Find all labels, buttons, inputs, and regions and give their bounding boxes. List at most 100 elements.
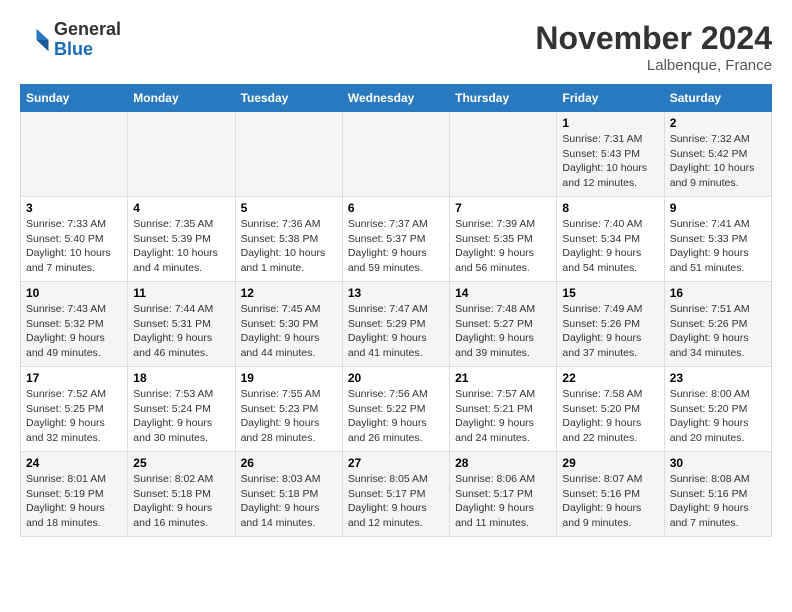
day-number: 22 — [562, 371, 658, 385]
day-number: 4 — [133, 201, 229, 215]
day-number: 16 — [670, 286, 766, 300]
page-header: General Blue November 2024 Lalbenque, Fr… — [20, 20, 772, 74]
calendar-cell: 29 Sunrise: 8:07 AMSunset: 5:16 PMDayligh… — [557, 452, 664, 537]
day-info: Sunrise: 7:58 AMSunset: 5:20 PMDaylight:… — [562, 387, 658, 446]
day-info: Sunrise: 8:07 AMSunset: 5:16 PMDaylight:… — [562, 472, 658, 531]
day-info: Sunrise: 7:32 AMSunset: 5:42 PMDaylight:… — [670, 132, 766, 191]
calendar-cell: 3Sunrise: 7:33 AMSunset: 5:40 PMDaylight… — [21, 197, 128, 282]
day-number: 10 — [26, 286, 122, 300]
calendar-week-row: 3Sunrise: 7:33 AMSunset: 5:40 PMDaylight… — [21, 197, 772, 282]
day-info: Sunrise: 8:00 AMSunset: 5:20 PMDaylight:… — [670, 387, 766, 446]
calendar-cell: 16 Sunrise: 7:51 AMSunset: 5:26 PMDayligh… — [664, 282, 771, 367]
weekday-header-saturday: Saturday — [664, 85, 771, 112]
day-number: 18 — [133, 371, 229, 385]
day-number: 1 — [562, 116, 658, 130]
day-info: Sunrise: 8:05 AMSunset: 5:17 PMDaylight:… — [348, 472, 444, 531]
day-info: Sunrise: 7:47 AMSunset: 5:29 PMDaylight:… — [348, 302, 444, 361]
day-number: 21 — [455, 371, 551, 385]
weekday-header-sunday: Sunday — [21, 85, 128, 112]
calendar-cell: 27 Sunrise: 8:05 AMSunset: 5:17 PMDayligh… — [342, 452, 449, 537]
calendar-cell: 10Sunrise: 7:43 AMSunset: 5:32 PMDayligh… — [21, 282, 128, 367]
calendar-cell: 23 Sunrise: 8:00 AMSunset: 5:20 PMDayligh… — [664, 367, 771, 452]
day-info: Sunrise: 8:08 AMSunset: 5:16 PMDaylight:… — [670, 472, 766, 531]
calendar-cell: 28 Sunrise: 8:06 AMSunset: 5:17 PMDayligh… — [450, 452, 557, 537]
calendar-cell — [235, 112, 342, 197]
weekday-header-monday: Monday — [128, 85, 235, 112]
day-info: Sunrise: 7:35 AMSunset: 5:39 PMDaylight:… — [133, 217, 229, 276]
calendar-week-row: 24 Sunrise: 8:01 AMSunset: 5:19 PMDayligh… — [21, 452, 772, 537]
calendar-cell: 13Sunrise: 7:47 AMSunset: 5:29 PMDayligh… — [342, 282, 449, 367]
day-number: 5 — [241, 201, 337, 215]
day-info: Sunrise: 7:40 AMSunset: 5:34 PMDaylight:… — [562, 217, 658, 276]
calendar-cell: 5 Sunrise: 7:36 AMSunset: 5:38 PMDaylight… — [235, 197, 342, 282]
calendar-week-row: 1Sunrise: 7:31 AMSunset: 5:43 PMDaylight… — [21, 112, 772, 197]
day-number: 19 — [241, 371, 337, 385]
calendar-week-row: 10Sunrise: 7:43 AMSunset: 5:32 PMDayligh… — [21, 282, 772, 367]
day-number: 27 — [348, 456, 444, 470]
day-number: 20 — [348, 371, 444, 385]
calendar-cell — [21, 112, 128, 197]
calendar-cell: 4 Sunrise: 7:35 AMSunset: 5:39 PMDaylight… — [128, 197, 235, 282]
day-number: 24 — [26, 456, 122, 470]
calendar-cell: 6Sunrise: 7:37 AMSunset: 5:37 PMDaylight… — [342, 197, 449, 282]
day-info: Sunrise: 7:51 AMSunset: 5:26 PMDaylight:… — [670, 302, 766, 361]
calendar-cell: 2 Sunrise: 7:32 AMSunset: 5:42 PMDaylight… — [664, 112, 771, 197]
logo: General Blue — [20, 20, 121, 60]
weekday-header-tuesday: Tuesday — [235, 85, 342, 112]
calendar-cell: 19 Sunrise: 7:55 AMSunset: 5:23 PMDayligh… — [235, 367, 342, 452]
day-number: 15 — [562, 286, 658, 300]
calendar-cell: 30 Sunrise: 8:08 AMSunset: 5:16 PMDayligh… — [664, 452, 771, 537]
calendar-cell: 12 Sunrise: 7:45 AMSunset: 5:30 PMDayligh… — [235, 282, 342, 367]
day-number: 9 — [670, 201, 766, 215]
calendar-cell — [450, 112, 557, 197]
day-info: Sunrise: 8:03 AMSunset: 5:18 PMDaylight:… — [241, 472, 337, 531]
day-info: Sunrise: 7:44 AMSunset: 5:31 PMDaylight:… — [133, 302, 229, 361]
day-number: 17 — [26, 371, 122, 385]
day-info: Sunrise: 7:55 AMSunset: 5:23 PMDaylight:… — [241, 387, 337, 446]
calendar-cell — [128, 112, 235, 197]
day-number: 11 — [133, 286, 229, 300]
calendar-cell: 7 Sunrise: 7:39 AMSunset: 5:35 PMDaylight… — [450, 197, 557, 282]
day-number: 8 — [562, 201, 658, 215]
day-info: Sunrise: 7:39 AMSunset: 5:35 PMDaylight:… — [455, 217, 551, 276]
calendar-cell: 18 Sunrise: 7:53 AMSunset: 5:24 PMDayligh… — [128, 367, 235, 452]
calendar-cell: 9Sunrise: 7:41 AMSunset: 5:33 PMDaylight… — [664, 197, 771, 282]
weekday-header-wednesday: Wednesday — [342, 85, 449, 112]
day-info: Sunrise: 8:02 AMSunset: 5:18 PMDaylight:… — [133, 472, 229, 531]
weekday-header-friday: Friday — [557, 85, 664, 112]
day-info: Sunrise: 7:56 AMSunset: 5:22 PMDaylight:… — [348, 387, 444, 446]
day-number: 29 — [562, 456, 658, 470]
calendar-cell: 21 Sunrise: 7:57 AMSunset: 5:21 PMDayligh… — [450, 367, 557, 452]
calendar-cell: 26Sunrise: 8:03 AMSunset: 5:18 PMDayligh… — [235, 452, 342, 537]
day-info: Sunrise: 7:53 AMSunset: 5:24 PMDaylight:… — [133, 387, 229, 446]
day-info: Sunrise: 7:49 AMSunset: 5:26 PMDaylight:… — [562, 302, 658, 361]
day-info: Sunrise: 7:45 AMSunset: 5:30 PMDaylight:… — [241, 302, 337, 361]
day-number: 28 — [455, 456, 551, 470]
day-number: 25 — [133, 456, 229, 470]
calendar-week-row: 17 Sunrise: 7:52 AMSunset: 5:25 PMDayligh… — [21, 367, 772, 452]
calendar-cell: 20 Sunrise: 7:56 AMSunset: 5:22 PMDayligh… — [342, 367, 449, 452]
day-number: 23 — [670, 371, 766, 385]
day-number: 2 — [670, 116, 766, 130]
day-number: 12 — [241, 286, 337, 300]
day-info: Sunrise: 7:33 AMSunset: 5:40 PMDaylight:… — [26, 217, 122, 276]
title-section: November 2024 Lalbenque, France — [535, 20, 772, 74]
day-info: Sunrise: 8:01 AMSunset: 5:19 PMDaylight:… — [26, 472, 122, 531]
calendar-cell: 11 Sunrise: 7:44 AMSunset: 5:31 PMDayligh… — [128, 282, 235, 367]
day-info: Sunrise: 8:06 AMSunset: 5:17 PMDaylight:… — [455, 472, 551, 531]
calendar-cell: 22 Sunrise: 7:58 AMSunset: 5:20 PMDayligh… — [557, 367, 664, 452]
day-info: Sunrise: 7:36 AMSunset: 5:38 PMDaylight:… — [241, 217, 337, 276]
day-info: Sunrise: 7:52 AMSunset: 5:25 PMDaylight:… — [26, 387, 122, 446]
weekday-header-thursday: Thursday — [450, 85, 557, 112]
day-number: 14 — [455, 286, 551, 300]
day-number: 7 — [455, 201, 551, 215]
logo-icon — [20, 25, 50, 55]
calendar-cell: 8 Sunrise: 7:40 AMSunset: 5:34 PMDaylight… — [557, 197, 664, 282]
day-info: Sunrise: 7:57 AMSunset: 5:21 PMDaylight:… — [455, 387, 551, 446]
calendar-cell: 25 Sunrise: 8:02 AMSunset: 5:18 PMDayligh… — [128, 452, 235, 537]
logo-text: General Blue — [54, 20, 121, 60]
day-number: 30 — [670, 456, 766, 470]
month-title: November 2024 — [535, 20, 772, 57]
calendar-cell: 15 Sunrise: 7:49 AMSunset: 5:26 PMDayligh… — [557, 282, 664, 367]
calendar-cell: 24 Sunrise: 8:01 AMSunset: 5:19 PMDayligh… — [21, 452, 128, 537]
